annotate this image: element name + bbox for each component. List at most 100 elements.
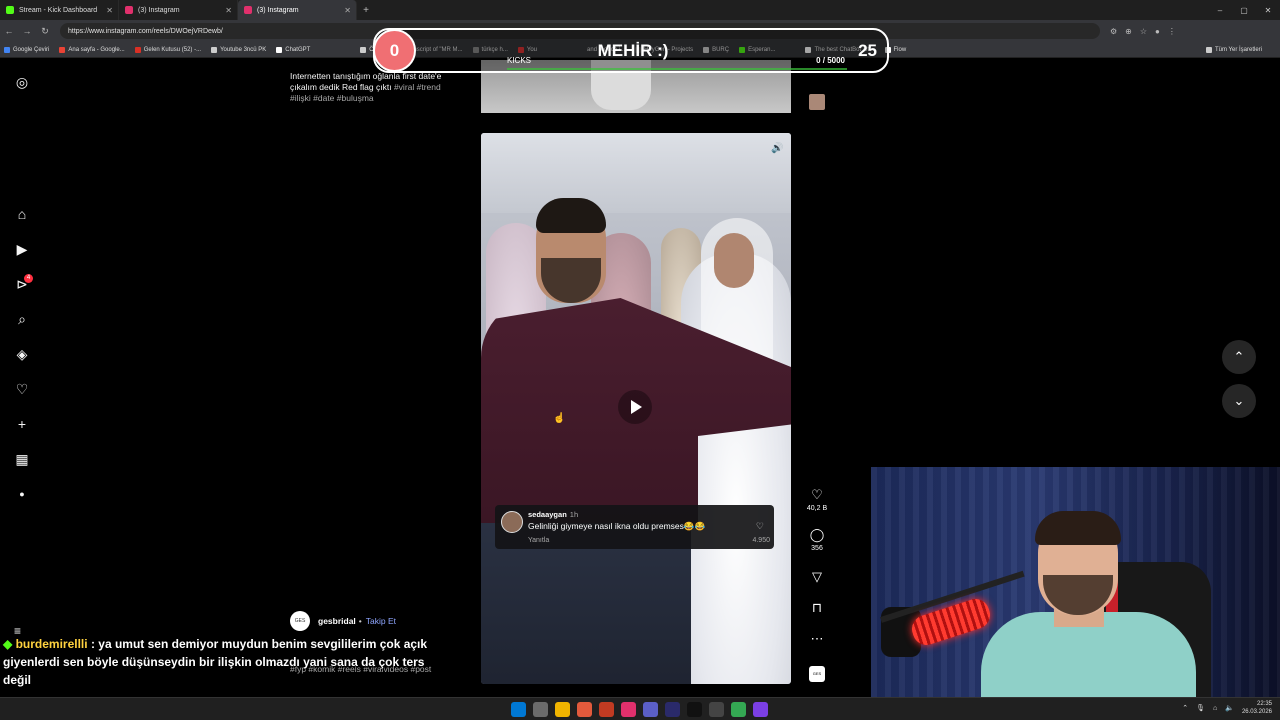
goal-target: 25 [858,41,877,60]
author-avatar[interactable]: GES [290,611,310,631]
comment-time: 1h [569,510,579,519]
profile-icon[interactable]: ● [14,486,30,502]
more-button[interactable]: ⋯ [800,631,834,647]
tab-bar: Stream - Kick Dashboard ✕ (3) Instagram … [0,0,1280,20]
kick-favicon-icon [6,6,14,14]
comment-button[interactable]: ◯ 356 [800,527,834,552]
previous-reel-button[interactable]: ⌃ [1222,340,1256,374]
notifications-icon[interactable]: ♡ [14,381,30,397]
taskbar-apps [511,702,768,717]
close-window-icon[interactable]: ✕ [1256,6,1280,15]
taskbar-app-icon[interactable] [599,702,614,717]
zoom-icon[interactable]: ⊕ [1125,27,1132,36]
forward-icon[interactable]: → [18,26,36,36]
profile-avatar-icon[interactable]: ● [1155,27,1160,36]
author-username[interactable]: gesbridal [318,616,356,626]
taskbar-app-icon[interactable] [533,702,548,717]
extensions-area: ⚙ ⊕ ☆ ● ⋮ [1110,27,1176,36]
webcam-feed [871,467,1280,697]
comment-popup[interactable]: sedaaygan 1h Gelinliği giymeye nasıl ikna… [495,505,774,549]
dashboard-icon[interactable]: ▦ [14,451,30,467]
taskbar-app-icon[interactable] [665,702,680,717]
audio-thumbnail[interactable]: GES [809,666,825,682]
sound-icon[interactable]: 🔊 [771,143,783,155]
network-icon[interactable]: ⌂ [1213,705,1217,712]
taskbar-app-icon[interactable] [731,702,746,717]
tray-arrow-icon[interactable]: ⌃ [1182,704,1188,712]
kick-goal-overlay: 0 MEHİR :) 25 KICKS 0 / 5000 [373,28,889,73]
taskbar-app-icon[interactable] [753,702,768,717]
bookmark-item[interactable]: Youtube 3ncü PK [211,46,267,53]
like-button[interactable]: ♡ 40,2 B [800,487,834,512]
reels-icon[interactable]: ▶ [14,241,30,257]
streamer-hair [1035,511,1121,545]
taskbar-app-icon[interactable] [621,702,636,717]
kicks-progress: 0 / 5000 [816,56,845,65]
share-icon: ▽ [812,569,822,584]
microphone-tray-icon[interactable]: 🎙 [1196,704,1205,712]
bookmark-item[interactable]: Ana sayfa - Google... [59,46,125,53]
taskbar-app-icon[interactable] [577,702,592,717]
close-tab-icon[interactable]: ✕ [225,6,232,15]
taskbar-app-icon[interactable] [687,702,702,717]
search-icon[interactable]: ⌕ [14,311,30,327]
play-button[interactable] [618,390,652,424]
next-reel-button[interactable]: ⌄ [1222,384,1256,418]
taskbar-app-icon[interactable] [709,702,724,717]
like-count: 40,2 B [806,505,828,512]
bookmark-label: ChatGPT [285,46,311,53]
comment-header: sedaaygan 1h [528,510,578,519]
clock-time: 22:35 [1256,701,1272,707]
kebab-menu-icon[interactable]: ⋮ [1168,27,1176,36]
tab-instagram-1[interactable]: (3) Instagram ✕ [119,0,238,20]
home-icon[interactable]: ⌂ [14,206,30,222]
clock[interactable]: 22:35 26.03.2026 [1242,700,1272,716]
tab-title: (3) Instagram [257,6,299,14]
bookmark-item[interactable]: Gelen Kutusu (52) -... [134,46,201,53]
new-tab-button[interactable]: + [357,5,375,16]
reply-link[interactable]: Yanıtla [528,537,549,544]
create-icon[interactable]: + [14,416,30,432]
bookmark-label: Youtube 3ncü PK [220,46,267,53]
previous-audio-thumbnail[interactable] [809,94,825,110]
mouse-cursor-icon: ☝ [553,413,566,424]
comment-count: 356 [811,545,823,552]
explore-icon[interactable]: ◈ [14,346,30,362]
chat-username: burdemirellli [15,637,88,651]
minimize-icon[interactable]: – [1208,6,1232,15]
tab-title: (3) Instagram [138,6,180,14]
progress-track [507,68,847,70]
commenter-username[interactable]: sedaaygan [528,510,567,519]
close-tab-icon[interactable]: ✕ [344,6,351,15]
separator-dot: • [358,616,362,626]
audio-thumb-text: GES [812,671,822,676]
system-tray: ⌃ 🎙 ⌂ 🔈 22:35 26.03.2026 [1182,700,1272,716]
all-bookmarks[interactable]: Tüm Yer İşaretleri [1205,46,1262,53]
comment-like-icon[interactable]: ♡ [756,521,764,532]
follow-button[interactable]: Takip Et [366,616,396,626]
taskbar-app-icon[interactable] [643,702,658,717]
bookmark-item[interactable]: ChatGPT [276,46,311,53]
bookmark-label: Tüm Yer İşaretleri [1214,46,1262,53]
taskbar-app-icon[interactable] [511,702,526,717]
close-tab-icon[interactable]: ✕ [106,6,113,15]
window-controls: – ▢ ✕ [1208,0,1280,20]
save-button[interactable]: ⊓ [800,600,834,616]
share-button[interactable]: ▽ [800,569,834,585]
tab-kick-dashboard[interactable]: Stream - Kick Dashboard ✕ [0,0,119,20]
extension-icon[interactable]: ⚙ [1110,27,1117,36]
taskbar-app-icon[interactable] [555,702,570,717]
back-icon[interactable]: ← [0,26,18,36]
instagram-favicon-icon [125,6,133,14]
reload-icon[interactable]: ↻ [36,26,54,37]
bookmark-star-icon[interactable]: ☆ [1140,27,1147,36]
maximize-icon[interactable]: ▢ [1232,6,1256,15]
clock-date: 26.03.2026 [1241,709,1272,715]
commenter-avatar[interactable] [501,511,523,533]
video-background [481,133,791,213]
bookmark-item[interactable]: Google Çeviri [4,46,49,53]
tab-instagram-2[interactable]: (3) Instagram ✕ [238,0,357,20]
instagram-logo-icon[interactable]: ◎ [14,74,30,90]
reel-video[interactable]: 🔊 [481,133,791,684]
volume-icon[interactable]: 🔈 [1225,704,1234,712]
